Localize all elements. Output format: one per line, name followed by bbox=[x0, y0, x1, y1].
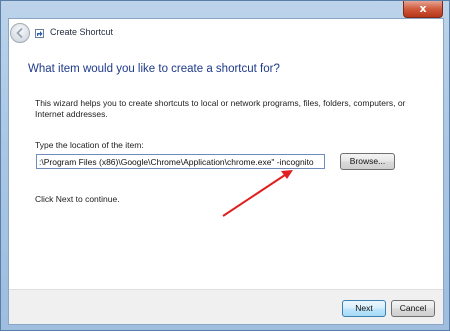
window-frame: x Create Shortcut What item would you li… bbox=[0, 0, 450, 331]
annotation-arrow bbox=[222, 170, 293, 217]
